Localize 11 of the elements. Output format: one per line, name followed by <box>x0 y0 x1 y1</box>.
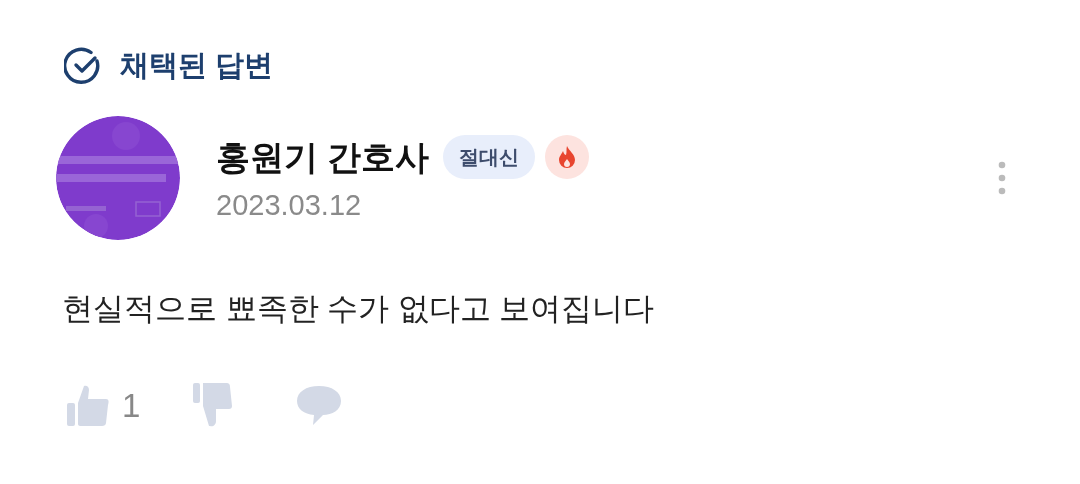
thumbs-up-icon <box>66 383 110 427</box>
answer-text: 현실적으로 뾰족한 수가 없다고 보여집니다 <box>61 289 656 328</box>
rank-badge: 절대신 <box>443 135 536 179</box>
like-button[interactable]: 1 <box>66 383 141 427</box>
author-name: 홍원기 간호사 <box>216 140 430 174</box>
fire-icon <box>545 135 590 179</box>
accepted-answer-title: 채택된 답변 <box>120 48 274 83</box>
answer-date: 2023.03.12 <box>216 191 363 220</box>
comment-button[interactable] <box>296 384 343 426</box>
more-options-icon[interactable] <box>998 160 1006 195</box>
check-circle-icon <box>64 46 102 85</box>
